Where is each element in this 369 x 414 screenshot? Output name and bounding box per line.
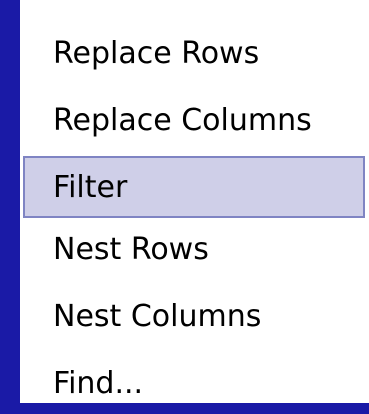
menu-item-nest-columns[interactable]: Nest Columns (23, 285, 365, 347)
menu-item-replace-rows[interactable]: Replace Rows (23, 22, 365, 84)
context-menu: Replace Rows Replace Columns Filter Nest… (20, 0, 369, 403)
menu-item-filter[interactable]: Filter (23, 156, 365, 218)
menu-item-label: Nest Rows (53, 231, 209, 267)
menu-item-label: Nest Columns (53, 298, 262, 334)
menu-item-label: Find... (53, 365, 144, 401)
menu-item-find[interactable]: Find... (23, 352, 365, 414)
menu-item-label: Replace Columns (53, 102, 312, 138)
menu-item-replace-columns[interactable]: Replace Columns (23, 89, 365, 151)
menu-item-label: Filter (53, 169, 128, 205)
menu-item-label: Replace Rows (53, 35, 260, 71)
menu-item-nest-rows[interactable]: Nest Rows (23, 218, 365, 280)
